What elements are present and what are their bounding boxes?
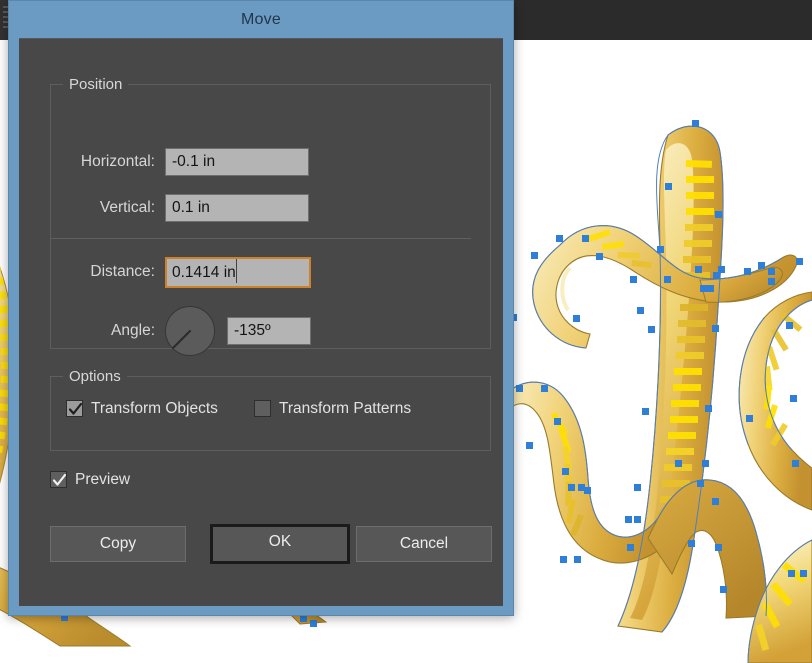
dialog-body: Position Horizontal: -0.1 in Vertical: 0… <box>19 38 503 606</box>
transform-patterns-label: Transform Patterns <box>279 400 412 417</box>
angle-row: Angle: <box>43 316 155 346</box>
copy-button[interactable]: Copy <box>50 526 186 562</box>
distance-label: Distance: <box>90 263 155 280</box>
vertical-row: Vertical: <box>43 193 155 223</box>
preview-label: Preview <box>75 471 131 488</box>
angle-dial-needle-icon <box>171 329 192 350</box>
horizontal-input[interactable]: -0.1 in <box>165 148 309 176</box>
cancel-button[interactable]: Cancel <box>356 526 492 562</box>
angle-dial[interactable] <box>165 306 215 356</box>
horizontal-label: Horizontal: <box>80 153 155 170</box>
text-caret <box>236 259 237 283</box>
check-icon <box>68 402 83 415</box>
angle-label: Angle: <box>111 322 155 339</box>
horizontal-row: Horizontal: <box>43 147 155 177</box>
check-icon <box>52 473 67 486</box>
position-group-legend: Position <box>63 75 129 94</box>
distance-input[interactable]: 0.1414 in <box>165 257 311 288</box>
transform-patterns-checkbox[interactable] <box>254 400 271 417</box>
vertical-input[interactable]: 0.1 in <box>165 194 309 222</box>
preview-checkbox[interactable] <box>50 471 67 488</box>
vertical-label: Vertical: <box>99 199 155 216</box>
move-dialog[interactable]: Move Position Horizontal: -0.1 in Vertic… <box>8 0 514 616</box>
dialog-title: Move <box>241 11 281 28</box>
illustrator-screen: Move Position Horizontal: -0.1 in Vertic… <box>0 0 812 663</box>
options-group-legend: Options <box>63 367 127 386</box>
angle-input[interactable]: -135º <box>227 317 311 345</box>
distance-row: Distance: <box>43 257 155 287</box>
transform-objects-checkbox[interactable] <box>66 400 83 417</box>
ok-button[interactable]: OK <box>210 524 350 564</box>
transform-objects-label: Transform Objects <box>91 400 218 417</box>
position-divider <box>50 238 471 239</box>
